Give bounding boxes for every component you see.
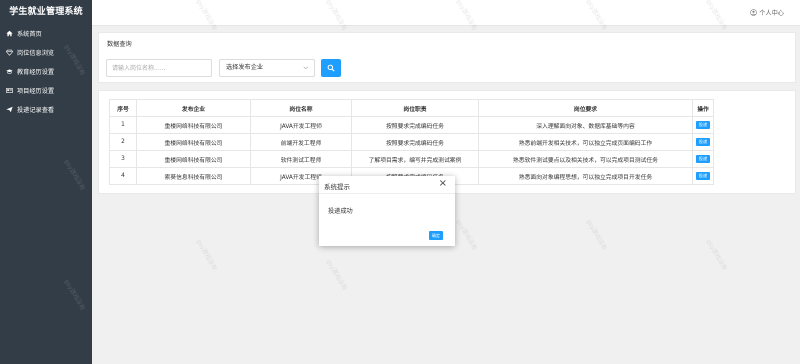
sidebar-item-label: 项目经历设置 <box>17 88 55 95</box>
app-title: 学生就业管理系统 <box>9 7 83 17</box>
sidebar-item-label: 系统首页 <box>17 31 42 38</box>
cell-action: 投递 <box>692 150 714 168</box>
cell-company: 索葵信息科技有限公司 <box>136 167 251 185</box>
cell-no: 4 <box>109 167 137 185</box>
graduation-cap-icon <box>5 67 14 76</box>
cell-action: 投递 <box>692 133 714 151</box>
sidebar-item-applications[interactable]: 投递记录查看 <box>0 100 92 119</box>
cell-job-name: 前端开发工程师 <box>250 133 352 151</box>
send-icon <box>5 105 14 114</box>
apply-button[interactable]: 投递 <box>695 172 711 180</box>
cell-company: 重楼网络科技有限公司 <box>136 150 251 168</box>
sidebar: 学生就业管理系统 系统首页 岗位信息浏览 教育经历设置 项目经历设置 投递记录查… <box>0 0 92 364</box>
sidebar-item-label: 岗位信息浏览 <box>17 50 55 57</box>
chevron-down-icon: ⌵ <box>303 64 308 71</box>
user-center-link[interactable]: 个人中心 <box>750 8 784 17</box>
header-job-name: 岗位名称 <box>250 99 352 117</box>
cell-requirement: 熟悉面向对象编程思想，可以独立完成项目开发任务 <box>478 167 693 185</box>
sidebar-item-job-browse[interactable]: 岗位信息浏览 <box>0 43 92 62</box>
query-title: 数据查询 <box>107 41 132 48</box>
search-button[interactable] <box>321 59 341 77</box>
dialog-title: 系统提示 <box>324 183 350 191</box>
cell-duty: 按照要求完成编码任务 <box>351 116 479 134</box>
apply-button[interactable]: 投递 <box>695 155 711 163</box>
top-bar: 个人中心 <box>92 0 800 26</box>
cell-requirement: 熟悉前端开发相关技术，可以独立完成页面编码工作 <box>478 133 693 151</box>
header-company: 发布企业 <box>136 99 251 117</box>
company-select-value: 选择发布企业 <box>226 64 264 71</box>
search-icon <box>327 64 335 72</box>
dialog-header: 系统提示 × <box>319 176 455 194</box>
sidebar-item-projects[interactable]: 项目经历设置 <box>0 81 92 100</box>
ok-button[interactable]: 确定 <box>429 231 443 240</box>
company-select[interactable]: 选择发布企业 ⌵ <box>219 59 315 77</box>
cell-no: 3 <box>109 150 137 168</box>
watermark: gsy游戏没有 <box>704 238 729 272</box>
table-row: 3 重楼网络科技有限公司 软件测试工程师 了解项目需求，编写并完成测试案例 熟悉… <box>109 150 714 168</box>
header-requirement: 岗位要求 <box>478 99 693 117</box>
cell-requirement: 深入理解面向对象、数据库基础等内容 <box>478 116 693 134</box>
home-icon <box>5 29 14 38</box>
watermark: gsy游戏没有 <box>194 238 219 272</box>
table-row: 2 重楼网络科技有限公司 前端开发工程师 按照要求完成编码任务 熟悉前端开发相关… <box>109 133 714 151</box>
cell-action: 投递 <box>692 167 714 185</box>
diamond-icon <box>5 48 14 57</box>
sidebar-item-label: 教育经历设置 <box>17 69 55 76</box>
cell-company: 重楼网络科技有限公司 <box>136 133 251 151</box>
header-duty: 岗位职责 <box>351 99 479 117</box>
watermark: gsy游戏没有 <box>324 258 349 292</box>
cell-job-name: 软件测试工程师 <box>250 150 352 168</box>
watermark: gsy游戏没有 <box>454 218 479 252</box>
cell-action: 投递 <box>692 116 714 134</box>
id-card-icon <box>5 86 14 95</box>
job-name-search-input[interactable] <box>106 59 212 77</box>
close-icon[interactable]: × <box>439 179 447 189</box>
header-no: 序号 <box>109 99 137 117</box>
sidebar-item-education[interactable]: 教育经历设置 <box>0 62 92 81</box>
sidebar-item-label: 投递记录查看 <box>17 107 55 114</box>
apply-button[interactable]: 投递 <box>695 121 711 129</box>
header-action: 操作 <box>692 99 714 117</box>
cell-job-name: JAVA开发工程师 <box>250 116 352 134</box>
cell-duty: 按照要求完成编码任务 <box>351 133 479 151</box>
table-header-row: 序号 发布企业 岗位名称 岗位职责 岗位要求 操作 <box>109 99 714 117</box>
query-panel: 数据查询 选择发布企业 ⌵ <box>98 32 796 83</box>
cell-requirement: 熟悉软件测试要点以及相关技术，可以完成项目测试任务 <box>478 150 693 168</box>
dialog-message: 投递成功 <box>328 208 353 215</box>
cell-no: 1 <box>109 116 137 134</box>
table-row: 1 重楼网络科技有限公司 JAVA开发工程师 按照要求完成编码任务 深入理解面向… <box>109 116 714 134</box>
apply-button[interactable]: 投递 <box>695 138 711 146</box>
cell-duty: 了解项目需求，编写并完成测试案例 <box>351 150 479 168</box>
watermark: gsy游戏没有 <box>584 218 609 252</box>
cell-company: 重楼网络科技有限公司 <box>136 116 251 134</box>
cell-no: 2 <box>109 133 137 151</box>
user-center-label: 个人中心 <box>759 10 784 17</box>
job-table: 序号 发布企业 岗位名称 岗位职责 岗位要求 操作 1 重楼网络科技有限公司 J… <box>109 99 714 185</box>
user-icon <box>750 9 758 16</box>
system-prompt-dialog: 系统提示 × 投递成功 确定 <box>319 176 455 246</box>
sidebar-item-home[interactable]: 系统首页 <box>0 24 92 43</box>
